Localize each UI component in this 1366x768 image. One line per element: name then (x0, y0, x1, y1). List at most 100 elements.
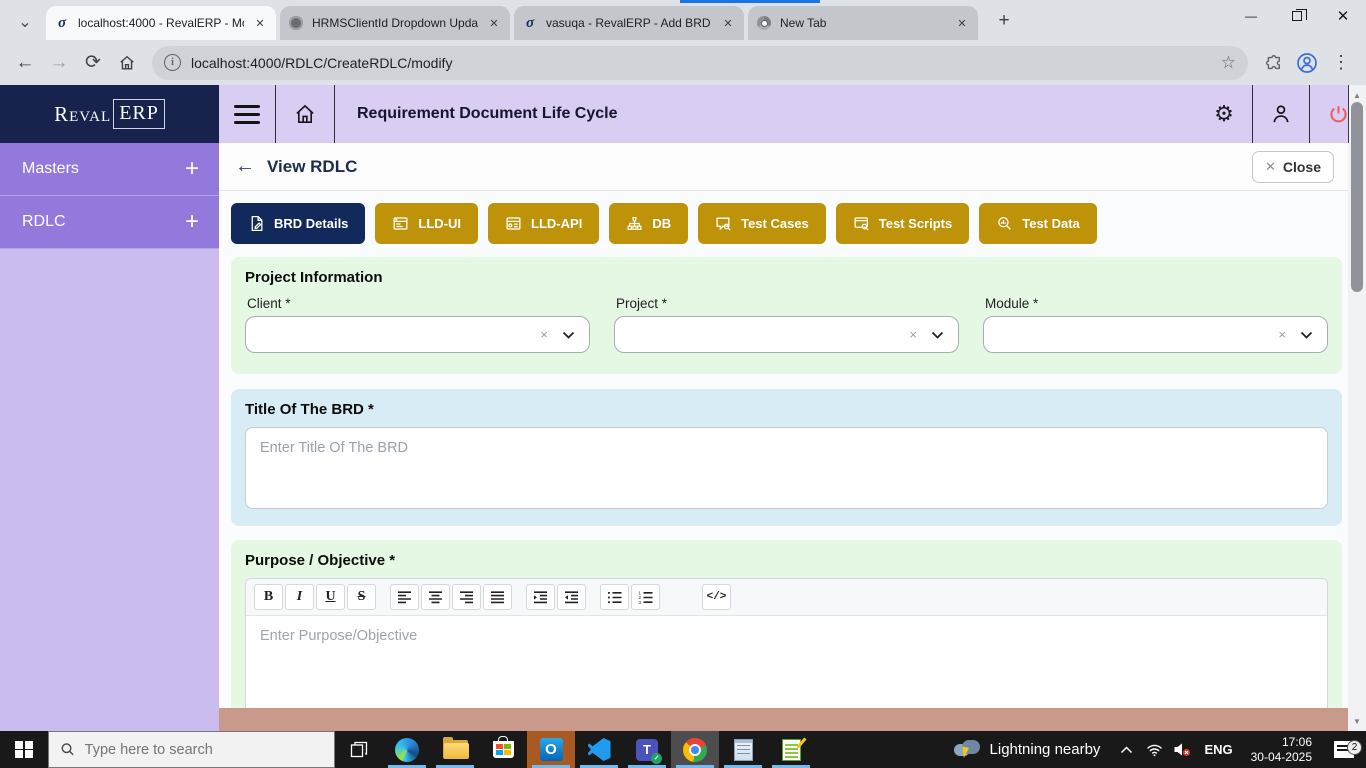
start-button[interactable] (0, 731, 48, 768)
tab-search-icon[interactable]: ⌄ (10, 8, 40, 36)
taskbar-file-explorer[interactable] (431, 731, 479, 768)
tab-close-icon[interactable]: ✕ (954, 15, 970, 31)
ordered-list-button[interactable]: 123 (631, 584, 660, 610)
taskbar-search[interactable] (48, 731, 335, 768)
outdent-button[interactable] (557, 584, 586, 610)
taskbar-edge[interactable] (383, 731, 431, 768)
notification-badge: 2 (1347, 740, 1362, 755)
purpose-editor[interactable]: Enter Purpose/Objective (246, 616, 1327, 711)
browser-tab-1[interactable]: σ localhost:4000 - RevalERP - Mod ✕ (46, 6, 276, 40)
back-icon[interactable]: ← (8, 46, 42, 80)
notification-center-button[interactable]: 2 (1322, 741, 1366, 758)
taskbar-search-input[interactable] (85, 742, 322, 758)
tab-close-icon[interactable]: ✕ (252, 15, 268, 31)
browser-tab-2[interactable]: HRMSClientId Dropdown Updat ✕ (280, 6, 510, 40)
scrollbar-thumb[interactable] (1351, 102, 1363, 292)
tab-test-scripts[interactable]: Test Scripts (836, 203, 969, 244)
bookmark-star-icon[interactable]: ☆ (1221, 53, 1236, 73)
taskbar-clock[interactable]: 17:06 30-04-2025 (1241, 735, 1322, 765)
tab-brd-details[interactable]: BRD Details (231, 203, 365, 244)
tab-test-cases[interactable]: Test Cases (698, 203, 826, 244)
language-indicator[interactable]: ENG (1196, 742, 1240, 757)
tab-lld-ui[interactable]: LLD-UI (375, 203, 478, 244)
browser-tab-4[interactable]: New Tab ✕ (748, 6, 978, 40)
forward-icon[interactable]: → (42, 46, 76, 80)
sidebar-item-rdlc[interactable]: RDLC + (0, 196, 219, 249)
hamburger-menu-icon[interactable] (219, 85, 275, 143)
tab-lld-api[interactable]: LLD-API (488, 203, 599, 244)
tab-title: localhost:4000 - RevalERP - Mod (78, 16, 244, 30)
scroll-down-icon[interactable]: ▼ (1348, 713, 1366, 729)
align-justify-button[interactable] (483, 584, 512, 610)
profile-avatar-icon[interactable] (1290, 46, 1324, 80)
expand-plus-icon[interactable]: + (185, 157, 199, 181)
address-bar[interactable]: i localhost:4000/RDLC/CreateRDLC/modify … (152, 46, 1248, 80)
italic-button[interactable]: I (285, 584, 314, 610)
sidebar-item-masters[interactable]: Masters + (0, 143, 219, 196)
page-back-icon[interactable]: ← (235, 155, 255, 178)
unordered-list-button[interactable] (600, 584, 629, 610)
module-select[interactable]: × (983, 316, 1328, 353)
taskbar-outlook[interactable]: O (527, 731, 575, 768)
indent-button[interactable] (526, 584, 555, 610)
client-select[interactable]: × (245, 316, 590, 353)
app-header: RevalERP Requirement Document Life Cycle… (0, 85, 1366, 143)
tab-title: New Tab (780, 16, 946, 30)
clear-icon[interactable]: × (540, 327, 548, 342)
taskbar-notepadpp[interactable] (767, 731, 815, 768)
tab-close-icon[interactable]: ✕ (720, 15, 736, 31)
minimize-button[interactable]: — (1228, 0, 1274, 32)
brd-title-input[interactable] (245, 427, 1328, 509)
url-text[interactable]: localhost:4000/RDLC/CreateRDLC/modify (191, 55, 1211, 71)
clear-icon[interactable]: × (1278, 327, 1286, 342)
wifi-icon[interactable] (1140, 743, 1168, 757)
task-view-button[interactable] (335, 731, 383, 768)
app-home-icon[interactable] (276, 85, 334, 143)
underline-button[interactable]: U (316, 584, 345, 610)
app-title: Requirement Document Life Cycle (357, 105, 1196, 123)
tab-db[interactable]: DB (609, 203, 688, 244)
reload-icon[interactable]: ⟳ (76, 46, 110, 80)
tab-close-icon[interactable]: ✕ (486, 15, 502, 31)
next-section-strip (219, 708, 1366, 731)
taskbar-vscode[interactable] (575, 731, 623, 768)
clear-icon[interactable]: × (909, 327, 917, 342)
close-button[interactable]: ✕ Close (1252, 151, 1334, 183)
bold-button[interactable]: B (254, 584, 283, 610)
code-view-button[interactable]: </> (702, 584, 731, 610)
project-select[interactable]: × (614, 316, 959, 353)
user-profile-icon[interactable] (1253, 85, 1309, 143)
align-left-button[interactable] (390, 584, 419, 610)
strikethrough-button[interactable]: S (347, 584, 376, 610)
taskbar-teams[interactable]: T ✓ (623, 731, 671, 768)
tray-chevron-icon[interactable] (1112, 746, 1140, 754)
browser-tab-strip: ⌄ σ localhost:4000 - RevalERP - Mod ✕ HR… (0, 0, 1366, 40)
taskbar-store[interactable] (479, 731, 527, 768)
volume-muted-icon[interactable] (1168, 742, 1196, 757)
vscode-icon (588, 738, 611, 761)
home-icon[interactable] (110, 46, 144, 80)
tab-label: LLD-API (531, 216, 582, 231)
tab-title: vasuqa - RevalERP - Add BRD D (546, 16, 712, 30)
browser-menu-icon[interactable]: ⋮ (1324, 46, 1358, 80)
restore-button[interactable] (1274, 0, 1320, 32)
page-scrollbar[interactable]: ▲ ▼ (1348, 85, 1366, 731)
taskbar-notepad[interactable] (719, 731, 767, 768)
extensions-icon[interactable] (1256, 46, 1290, 80)
browser-tab-3[interactable]: σ vasuqa - RevalERP - Add BRD D ✕ (514, 6, 744, 40)
close-label: Close (1283, 159, 1321, 175)
taskbar-chrome[interactable] (671, 731, 719, 768)
taskbar-weather[interactable]: Lightning nearby (940, 740, 1113, 760)
tab-label: LLD-UI (418, 216, 461, 231)
tab-test-data[interactable]: Test Data (979, 203, 1097, 244)
chrome-favicon (756, 15, 772, 31)
window-close-button[interactable]: ✕ (1320, 0, 1366, 32)
align-center-button[interactable] (421, 584, 450, 610)
scroll-up-icon[interactable]: ▲ (1348, 87, 1366, 103)
tab-label: Test Data (1022, 216, 1080, 231)
new-tab-button[interactable]: + (990, 7, 1018, 35)
align-right-button[interactable] (452, 584, 481, 610)
site-info-icon[interactable]: i (164, 54, 181, 71)
settings-gear-icon[interactable]: ⚙ (1196, 85, 1252, 143)
expand-plus-icon[interactable]: + (185, 210, 199, 234)
